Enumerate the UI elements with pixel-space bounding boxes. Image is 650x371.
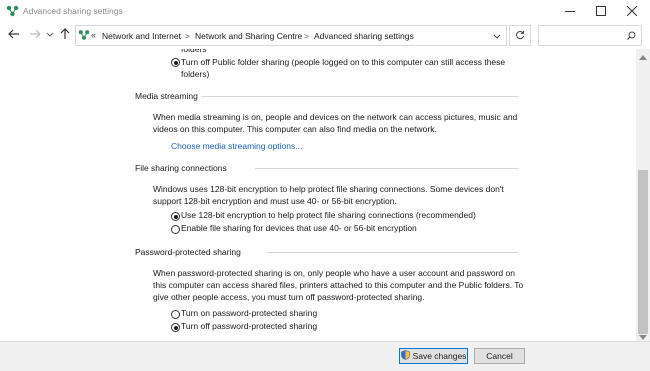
close-icon <box>627 6 637 16</box>
close-button[interactable] <box>617 0 647 22</box>
public-folder-off-label[interactable]: Turn off Public folder sharing (people l… <box>181 56 505 68</box>
password-sharing-off-radio[interactable] <box>171 323 180 332</box>
back-arrow-icon <box>8 29 20 41</box>
section-divider <box>267 252 518 253</box>
password-sharing-heading: Password-protected sharing <box>135 247 241 257</box>
public-folder-off-radio[interactable] <box>171 58 180 67</box>
chevron-down-icon <box>46 30 54 40</box>
password-sharing-on-label[interactable]: Turn on password-protected sharing <box>181 308 317 318</box>
encryption-128-label[interactable]: Use 128-bit encryption to help protect f… <box>181 210 476 220</box>
minimize-icon <box>565 6 575 16</box>
file-sharing-description-cont: support 128-bit encryption and must use … <box>153 196 397 206</box>
navigation-bar: « Network and Internet > Network and Sha… <box>0 22 650 49</box>
search-icon[interactable] <box>627 31 636 42</box>
network-icon <box>6 5 19 19</box>
breadcrumb-separator[interactable]: > <box>304 31 309 41</box>
encryption-40-56-label[interactable]: Enable file sharing for devices that use… <box>181 223 417 233</box>
window-title: Advanced sharing settings <box>23 6 123 16</box>
breadcrumb-overflow[interactable]: « <box>91 30 96 40</box>
address-bar[interactable]: « Network and Internet > Network and Sha… <box>75 25 507 46</box>
forward-button[interactable] <box>27 27 43 43</box>
network-icon <box>78 29 90 43</box>
scroll-up-icon[interactable] <box>639 52 647 62</box>
maximize-icon <box>596 6 606 16</box>
media-streaming-description-cont: videos on this computer. This computer c… <box>153 124 437 134</box>
up-arrow-icon <box>60 28 70 42</box>
cutoff-text: folders <box>181 49 207 54</box>
password-sharing-description-end: give other people access, you must turn … <box>153 292 425 302</box>
file-sharing-description: Windows uses 128-bit encryption to help … <box>153 184 504 194</box>
title-bar: Advanced sharing settings <box>0 0 650 22</box>
save-changes-button[interactable]: Save changes <box>399 348 468 364</box>
forward-arrow-icon <box>29 29 41 41</box>
breadcrumb-advanced-sharing-settings[interactable]: Advanced sharing settings <box>314 31 414 41</box>
footer-bar: Save changes Cancel <box>0 341 650 371</box>
refresh-icon <box>515 30 525 42</box>
breadcrumb-network-and-sharing-centre[interactable]: Network and Sharing Centre <box>195 31 302 41</box>
cancel-button[interactable]: Cancel <box>474 348 525 364</box>
password-sharing-on-radio[interactable] <box>171 310 180 319</box>
search-input[interactable] <box>542 28 624 43</box>
search-box[interactable] <box>538 25 642 46</box>
recent-locations-button[interactable] <box>42 27 58 43</box>
section-divider <box>202 96 518 97</box>
scrollbar-thumb[interactable] <box>638 170 648 334</box>
section-divider <box>255 168 518 169</box>
media-streaming-options-link[interactable]: Choose media streaming options... <box>171 141 302 151</box>
media-streaming-description: When media streaming is on, people and d… <box>153 112 518 122</box>
media-streaming-heading: Media streaming <box>135 91 198 101</box>
encryption-128-radio[interactable] <box>171 212 180 221</box>
chevron-down-icon[interactable] <box>493 32 501 42</box>
minimize-button[interactable] <box>555 0 585 22</box>
save-changes-label: Save changes <box>412 351 467 361</box>
uac-shield-icon <box>400 350 410 362</box>
maximize-button[interactable] <box>586 0 616 22</box>
back-button[interactable] <box>6 27 22 43</box>
password-sharing-off-label[interactable]: Turn off password-protected sharing <box>181 321 317 331</box>
file-sharing-heading: File sharing connections <box>135 163 227 173</box>
vertical-scrollbar[interactable] <box>636 49 650 341</box>
password-sharing-description-cont: this computer can access shared files, p… <box>153 280 524 290</box>
breadcrumb-separator[interactable]: > <box>185 31 190 41</box>
public-folder-off-label-cont[interactable]: folders) <box>181 68 209 80</box>
breadcrumb-network-and-internet[interactable]: Network and Internet <box>102 31 181 41</box>
refresh-button[interactable] <box>509 25 531 46</box>
cancel-label: Cancel <box>486 351 513 361</box>
encryption-40-56-radio[interactable] <box>171 225 180 234</box>
password-sharing-description: When password-protected sharing is on, o… <box>153 268 515 278</box>
settings-content: folders Turn off Public folder sharing (… <box>0 49 636 341</box>
up-button[interactable] <box>57 27 73 43</box>
